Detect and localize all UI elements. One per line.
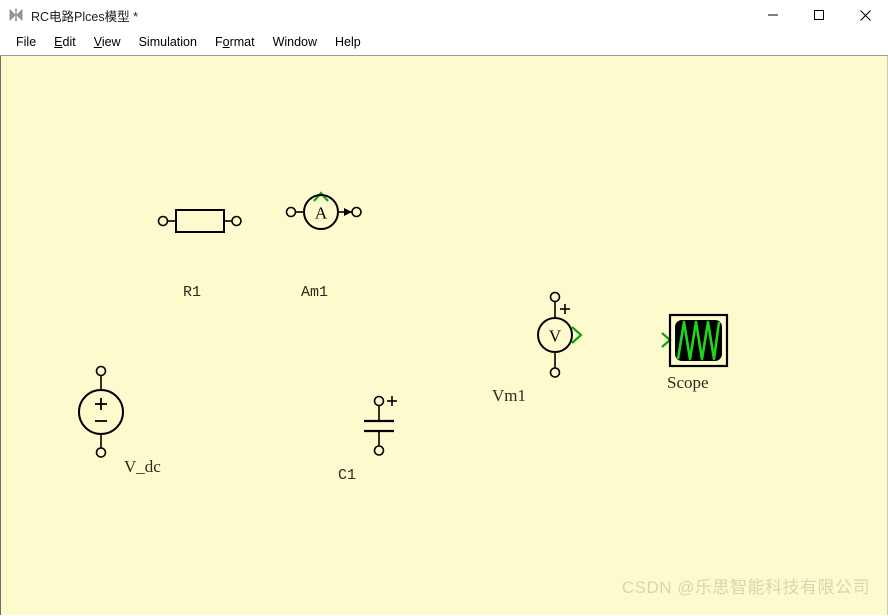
menu-item-file[interactable]: File	[7, 34, 45, 52]
close-icon	[859, 9, 871, 21]
component-voltmeter-vm1[interactable]: V	[537, 290, 594, 385]
voltmeter-symbol: V	[537, 291, 583, 378]
menu-mnemonic-edit: E	[54, 34, 63, 49]
minimize-button[interactable]	[750, 0, 796, 30]
menu-label-format-pre: F	[214, 34, 223, 49]
component-resistor-r1[interactable]	[156, 201, 246, 241]
window-controls	[750, 0, 888, 30]
scope-symbol	[661, 313, 729, 368]
close-button[interactable]	[842, 0, 888, 30]
component-dc-source-vdc[interactable]	[78, 364, 130, 460]
menu-label-view: iew	[101, 34, 121, 49]
menu-label-edit: dit	[62, 34, 76, 49]
menu-item-format[interactable]: Format	[206, 34, 264, 52]
schematic-canvas[interactable]: R1 A Am1 V_dc C1 V Vm1 Scope CSDN @乐思智能科…	[0, 55, 888, 615]
component-scope[interactable]	[659, 301, 731, 371]
component-label-am1: Am1	[301, 284, 329, 301]
dc-voltage-source-symbol	[78, 365, 124, 458]
component-capacitor-c1[interactable]	[359, 394, 419, 464]
maximize-button[interactable]	[796, 0, 842, 30]
plecs-app-icon	[7, 6, 25, 24]
menu-label-format-post: rmat	[229, 34, 255, 49]
component-label-vm1: Vm1	[492, 386, 526, 405]
menu-item-view[interactable]: View	[85, 34, 130, 52]
menu-item-simulation[interactable]: Simulation	[130, 34, 206, 52]
title-bar[interactable]: RC电路Plces模型 *	[0, 0, 888, 30]
menu-label-help: Help	[335, 34, 361, 49]
resistor-symbol	[157, 209, 242, 233]
plecs-schematic-window: RC电路Plces模型 * File Edit View Simulation …	[0, 0, 888, 616]
signal-output-arrow-icon	[571, 326, 583, 344]
menu-item-edit[interactable]: Edit	[45, 34, 85, 52]
ammeter-symbol: A	[285, 191, 362, 230]
menu-label-file: File	[16, 34, 37, 49]
menu-bar: File Edit View Simulation Format Window …	[0, 30, 888, 55]
menu-mnemonic-view: V	[93, 34, 102, 49]
svg-text:A: A	[315, 204, 328, 223]
component-label-r1: R1	[183, 284, 202, 301]
component-ammeter-am1[interactable]: A	[284, 181, 374, 236]
menu-label-window: Window	[272, 34, 318, 49]
menu-mnemonic-format: o	[222, 34, 230, 49]
component-label-vdc: V_dc	[124, 457, 161, 476]
minimize-icon	[768, 14, 778, 16]
maximize-icon	[814, 10, 824, 20]
window-title: RC电路Plces模型 *	[31, 9, 138, 24]
capacitor-symbol	[364, 395, 397, 456]
component-label-c1: C1	[338, 467, 357, 484]
component-label-scope: Scope	[667, 373, 709, 392]
menu-item-help[interactable]: Help	[326, 34, 370, 52]
svg-text:V: V	[549, 327, 562, 346]
menu-label-simulation: Simulation	[138, 34, 197, 49]
csdn-watermark: CSDN @乐思智能科技有限公司	[621, 578, 870, 597]
signal-input-arrow-icon	[661, 332, 672, 348]
menu-item-window[interactable]: Window	[264, 34, 326, 52]
